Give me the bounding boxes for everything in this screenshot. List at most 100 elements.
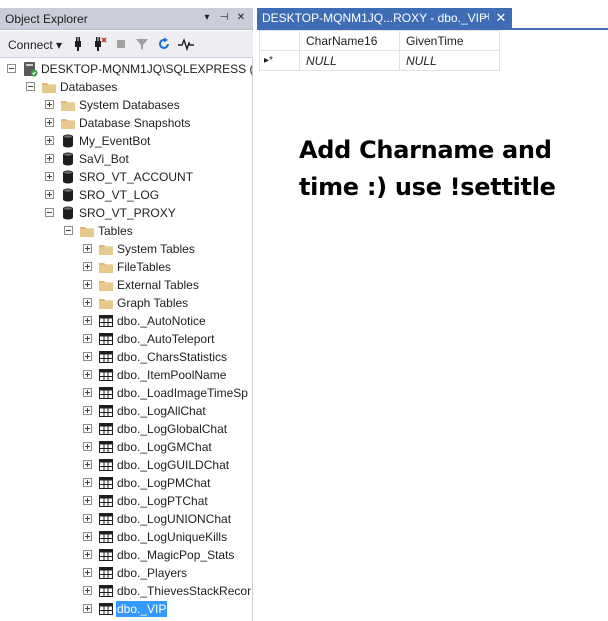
tree-node-label: dbo._LogUNIONChat	[117, 512, 232, 526]
plug-icon[interactable]	[70, 36, 86, 54]
column-header-giventime[interactable]: GivenTime	[399, 30, 500, 51]
tree-node[interactable]: Graph Tables	[0, 294, 252, 312]
table-icon	[98, 475, 114, 491]
expand-icon[interactable]	[83, 604, 92, 613]
tree-node[interactable]: External Tables	[0, 276, 252, 294]
tree-node[interactable]: Databases	[0, 78, 252, 96]
tree-node[interactable]: dbo._LogUniqueKills	[0, 528, 252, 546]
cell-giventime[interactable]: NULL	[399, 50, 500, 71]
tree-node[interactable]: DESKTOP-MQNM1JQ\SQLEXPRESS (SC	[0, 60, 252, 78]
tree-node[interactable]: SRO_VT_ACCOUNT	[0, 168, 252, 186]
row-header-new[interactable]: ▸*	[259, 50, 300, 71]
activity-monitor-icon[interactable]	[176, 36, 196, 54]
table-icon	[98, 457, 114, 473]
expand-icon[interactable]	[45, 118, 54, 127]
expand-icon[interactable]	[83, 586, 92, 595]
tree-node[interactable]: dbo._LogUNIONChat	[0, 510, 252, 528]
refresh-icon[interactable]	[156, 36, 172, 54]
expand-icon[interactable]	[83, 460, 92, 469]
stop-icon[interactable]	[113, 36, 129, 54]
tree-node[interactable]: dbo._CharsStatistics	[0, 348, 252, 366]
panel-close-icon[interactable]: ✕	[234, 10, 248, 26]
tree-node[interactable]: FileTables	[0, 258, 252, 276]
tree-node[interactable]: dbo._LogAllChat	[0, 402, 252, 420]
tree-node-label: dbo._LogGUILDChat	[117, 458, 230, 472]
tree-node-label: Graph Tables	[117, 296, 189, 310]
table-icon	[98, 511, 114, 527]
expand-icon[interactable]	[83, 370, 92, 379]
tree-node[interactable]: dbo._AutoNotice	[0, 312, 252, 330]
cell-charname16[interactable]: NULL	[299, 50, 400, 71]
unplug-icon[interactable]	[90, 36, 108, 54]
tree-node[interactable]: Tables	[0, 222, 252, 240]
tree-node-label: dbo._CharsStatistics	[117, 350, 228, 364]
database-icon	[60, 187, 76, 203]
panel-dropdown-icon[interactable]: ▾	[200, 10, 214, 26]
tree-node[interactable]: SaVi_Bot	[0, 150, 252, 168]
column-header-charname16[interactable]: CharName16	[299, 30, 400, 51]
tree-node[interactable]: dbo._MagicPop_Stats	[0, 546, 252, 564]
expand-icon[interactable]	[83, 424, 92, 433]
collapse-icon[interactable]	[7, 64, 16, 73]
object-explorer-panel: Object Explorer ▾ ⊣ ✕ Connect ▾ DESKTOP-…	[0, 8, 253, 621]
expand-icon[interactable]	[83, 550, 92, 559]
tree-node[interactable]: dbo._LoadImageTimeSp	[0, 384, 252, 402]
tree-node[interactable]: SRO_VT_LOG	[0, 186, 252, 204]
expand-icon[interactable]	[83, 514, 92, 523]
expand-icon[interactable]	[83, 388, 92, 397]
tree-node-label: dbo._LogUniqueKills	[117, 530, 228, 544]
tab-pin-icon[interactable]: ⊣	[479, 10, 491, 26]
expand-icon[interactable]	[83, 262, 92, 271]
expand-icon[interactable]	[83, 352, 92, 361]
expand-icon[interactable]	[83, 280, 92, 289]
document-tab[interactable]: DESKTOP-MQNM1JQ...ROXY - dbo._VIP ⊣ ✕	[257, 8, 512, 28]
collapse-icon[interactable]	[64, 226, 73, 235]
tree-node[interactable]: dbo._LogGMChat	[0, 438, 252, 456]
collapse-icon[interactable]	[26, 82, 35, 91]
filter-icon[interactable]	[134, 36, 150, 54]
tab-close-icon[interactable]: ✕	[494, 9, 508, 27]
expand-icon[interactable]	[45, 136, 54, 145]
expand-icon[interactable]	[45, 172, 54, 181]
expand-icon[interactable]	[83, 298, 92, 307]
expand-icon[interactable]	[45, 100, 54, 109]
tree-node[interactable]: SRO_VT_PROXY	[0, 204, 252, 222]
expand-icon[interactable]	[83, 442, 92, 451]
collapse-icon[interactable]	[45, 208, 54, 217]
expand-icon[interactable]	[83, 532, 92, 541]
tree-node[interactable]: dbo._LogPTChat	[0, 492, 252, 510]
tree-node[interactable]: dbo._LogGUILDChat	[0, 456, 252, 474]
tree-node[interactable]: dbo._VIP	[0, 600, 252, 618]
tree-node[interactable]: dbo._ItemPoolName	[0, 366, 252, 384]
tree-node[interactable]: dbo._LogPMChat	[0, 474, 252, 492]
tree-node[interactable]: dbo._AutoTeleport	[0, 330, 252, 348]
tree-node-label: dbo._ThievesStackRecor	[117, 584, 252, 598]
tree-node-label: Tables	[98, 224, 133, 238]
results-grid: CharName16 GivenTime ▸* NULL NULL	[259, 30, 500, 71]
object-explorer-titlebar: Object Explorer ▾ ⊣ ✕	[0, 8, 253, 30]
expand-icon[interactable]	[83, 568, 92, 577]
expand-icon[interactable]	[83, 496, 92, 505]
tree-node[interactable]: System Tables	[0, 240, 252, 258]
expand-icon[interactable]	[45, 190, 54, 199]
table-icon	[98, 313, 114, 329]
panel-pin-icon[interactable]: ⊣	[217, 10, 231, 26]
table-row[interactable]: ▸* NULL NULL	[259, 50, 500, 71]
tree-node[interactable]: dbo._ThievesStackRecor	[0, 582, 252, 600]
tree-node-label: dbo._Players	[117, 566, 188, 580]
tree-node-label: SRO_VT_LOG	[79, 188, 160, 202]
server-icon	[22, 61, 38, 77]
expand-icon[interactable]	[45, 154, 54, 163]
tree-node[interactable]: Database Snapshots	[0, 114, 252, 132]
expand-icon[interactable]	[83, 478, 92, 487]
tree-node[interactable]: My_EventBot	[0, 132, 252, 150]
tree-node[interactable]: dbo._LogGlobalChat	[0, 420, 252, 438]
table-icon	[98, 601, 114, 617]
connect-button[interactable]: Connect ▾	[6, 36, 64, 54]
expand-icon[interactable]	[83, 316, 92, 325]
expand-icon[interactable]	[83, 406, 92, 415]
expand-icon[interactable]	[83, 334, 92, 343]
tree-node[interactable]: System Databases	[0, 96, 252, 114]
tree-node[interactable]: dbo._Players	[0, 564, 252, 582]
expand-icon[interactable]	[83, 244, 92, 253]
